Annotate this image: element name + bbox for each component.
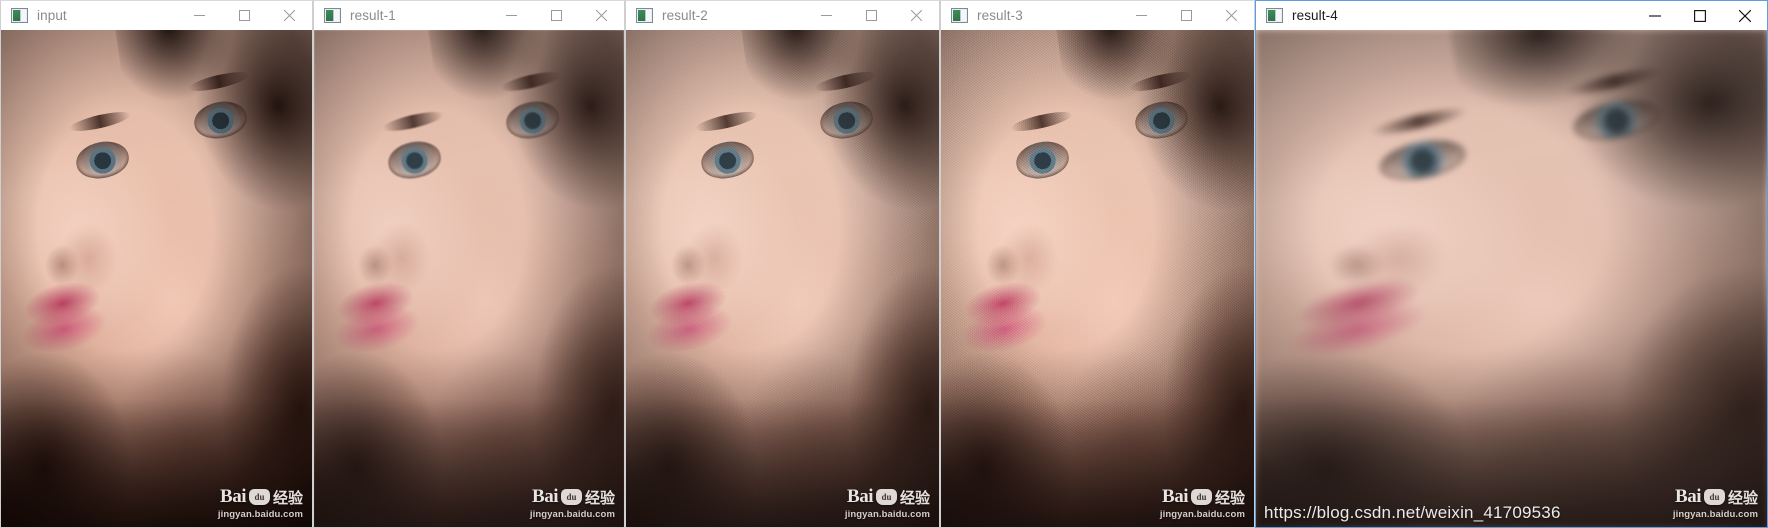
minimize-button-result-4[interactable] [1632,1,1677,30]
window-title-result-2: result-2 [662,8,708,23]
maximize-button-result-2[interactable] [849,1,894,30]
image-viewer-icon [324,8,341,23]
window-result-4[interactable]: result-4 Bai du 经验 jingyan.baidu.com htt… [1255,0,1768,528]
minimize-button-input[interactable] [177,1,222,30]
window-result-2[interactable]: result-2 Bai du 经验 jingyan.baidu.com [625,0,940,528]
window-result-3[interactable]: result-3 Bai du 经验 jingyan.baidu.com [940,0,1255,528]
window-title-input: input [37,8,67,23]
titlebar-left-input: input [1,8,177,23]
image-canvas-result-2[interactable]: Bai du 经验 jingyan.baidu.com [626,30,939,527]
portrait-photo-result-2 [626,30,939,527]
image-canvas-result-4[interactable]: Bai du 经验 jingyan.baidu.com https://blog… [1256,30,1767,527]
maximize-button-input[interactable] [222,1,267,30]
window-controls-result-4 [1632,1,1767,30]
titlebar-result-3[interactable]: result-3 [941,1,1254,30]
portrait-photo-result-3 [941,30,1254,527]
portrait-photo-result-4 [1256,30,1767,527]
titlebar-left-result-2: result-2 [626,8,804,23]
image-viewer-icon [11,8,28,23]
close-button-result-2[interactable] [894,1,939,30]
image-viewer-icon [636,8,653,23]
close-button-result-3[interactable] [1209,1,1254,30]
titlebar-result-4[interactable]: result-4 [1256,1,1767,30]
window-title-result-1: result-1 [350,8,396,23]
image-viewer-icon [1266,8,1283,23]
window-controls-input [177,1,312,30]
titlebar-result-1[interactable]: result-1 [314,1,624,30]
maximize-button-result-3[interactable] [1164,1,1209,30]
image-canvas-result-1[interactable]: Bai du 经验 jingyan.baidu.com [314,30,624,527]
titlebar-result-2[interactable]: result-2 [626,1,939,30]
titlebar-left-result-1: result-1 [314,8,489,23]
window-result-1[interactable]: result-1 Bai du 经验 jingyan.baidu.com [313,0,625,528]
image-canvas-result-3[interactable]: Bai du 经验 jingyan.baidu.com [941,30,1254,527]
image-viewer-icon [951,8,968,23]
close-button-result-4[interactable] [1722,1,1767,30]
window-title-result-3: result-3 [977,8,1023,23]
titlebar-input[interactable]: input [1,1,312,30]
desktop: input Bai du 经验 jingyan.baidu.com result… [0,0,1768,528]
close-button-input[interactable] [267,1,312,30]
image-canvas-input[interactable]: Bai du 经验 jingyan.baidu.com [1,30,312,527]
titlebar-left-result-3: result-3 [941,8,1119,23]
minimize-button-result-2[interactable] [804,1,849,30]
window-controls-result-1 [489,1,624,30]
maximize-button-result-1[interactable] [534,1,579,30]
titlebar-left-result-4: result-4 [1256,8,1632,23]
window-controls-result-2 [804,1,939,30]
window-title-result-4: result-4 [1292,8,1338,23]
window-input[interactable]: input Bai du 经验 jingyan.baidu.com [0,0,313,528]
minimize-button-result-3[interactable] [1119,1,1164,30]
close-button-result-1[interactable] [579,1,624,30]
window-controls-result-3 [1119,1,1254,30]
minimize-button-result-1[interactable] [489,1,534,30]
maximize-button-result-4[interactable] [1677,1,1722,30]
portrait-photo-result-1 [314,30,624,527]
portrait-photo-input [1,30,312,527]
